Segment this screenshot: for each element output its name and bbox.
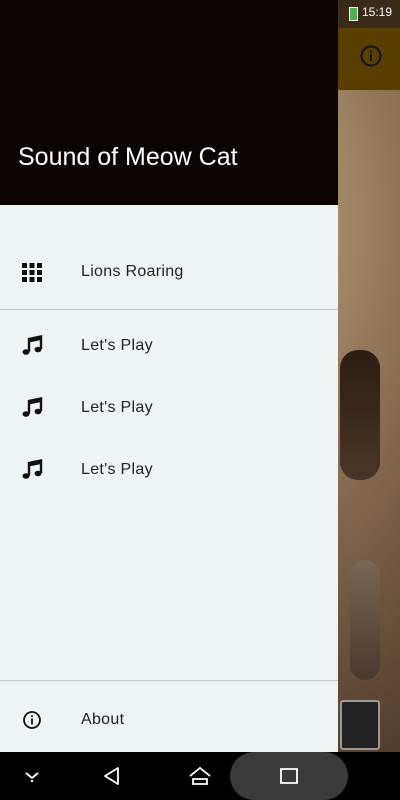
background-shape bbox=[350, 560, 380, 680]
home-icon[interactable] bbox=[188, 766, 212, 786]
menu-item-label: Let's Play bbox=[81, 399, 153, 416]
music-note-icon bbox=[22, 335, 43, 355]
menu-item-label: Let's Play bbox=[81, 461, 153, 478]
menu-item-lets-play[interactable]: Let's Play bbox=[0, 315, 338, 377]
back-icon[interactable] bbox=[100, 766, 124, 786]
menu-item-lets-play[interactable]: Let's Play bbox=[0, 377, 338, 439]
drawer-title: Sound of Meow Cat bbox=[18, 143, 238, 171]
background-button bbox=[340, 700, 380, 750]
divider bbox=[0, 309, 338, 310]
background-shape bbox=[340, 350, 380, 480]
info-icon bbox=[23, 711, 41, 729]
menu-item-lions-roaring[interactable]: Lions Roaring bbox=[0, 241, 338, 303]
menu-item-about[interactable]: About bbox=[0, 689, 338, 751]
drawer-header: Sound of Meow Cat bbox=[0, 0, 338, 205]
chevron-down-icon[interactable] bbox=[20, 766, 44, 786]
navigation-drawer: Sound of Meow Cat Lions Roaring Let's Pl… bbox=[0, 0, 338, 752]
info-icon bbox=[360, 45, 382, 67]
divider bbox=[0, 680, 338, 681]
menu-item-label: Lions Roaring bbox=[81, 263, 184, 280]
recents-icon[interactable] bbox=[277, 766, 301, 786]
music-note-icon bbox=[22, 459, 43, 479]
menu-item-label: Let's Play bbox=[81, 337, 153, 354]
battery-icon bbox=[349, 7, 358, 21]
status-time: 15:19 bbox=[361, 5, 392, 19]
grid-icon bbox=[22, 263, 42, 282]
menu-item-label: About bbox=[81, 711, 125, 728]
music-note-icon bbox=[22, 397, 43, 417]
menu-item-lets-play[interactable]: Let's Play bbox=[0, 439, 338, 501]
